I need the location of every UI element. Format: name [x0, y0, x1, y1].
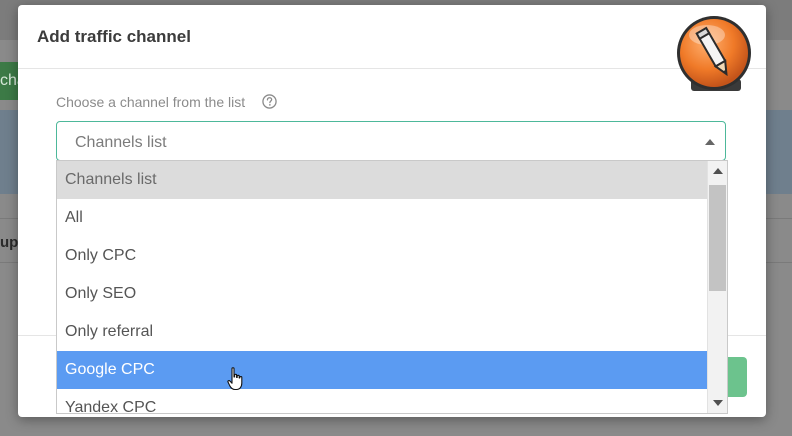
modal-header: Add traffic channel [18, 5, 766, 69]
background-button-fragment: cha [0, 62, 18, 100]
channel-select-value: Channels list [75, 134, 167, 151]
list-item[interactable]: Only referral [57, 313, 707, 351]
channel-select[interactable]: Channels list [56, 121, 726, 161]
scrollbar-thumb[interactable] [709, 185, 726, 291]
scroll-down-arrow-icon[interactable] [713, 400, 723, 406]
list-item[interactable]: Yandex CPC [57, 389, 707, 413]
dropdown-scrollbar[interactable] [707, 161, 727, 413]
scroll-up-arrow-icon[interactable] [713, 168, 723, 174]
pencil-logo-icon [677, 16, 751, 91]
question-circle-icon[interactable] [262, 94, 277, 109]
list-item[interactable]: Only CPC [57, 237, 707, 275]
background-text-fragment: up [0, 234, 18, 251]
channel-dropdown-list[interactable]: Channels list All Only CPC Only SEO Only… [56, 160, 728, 414]
modal-title: Add traffic channel [37, 27, 191, 46]
channel-field-label: Choose a channel from the list [56, 94, 246, 110]
caret-up-icon [705, 139, 715, 145]
list-item[interactable]: Only SEO [57, 275, 707, 313]
list-item: Channels list [57, 161, 707, 199]
list-item[interactable]: All [57, 199, 707, 237]
hand-cursor-icon [227, 367, 243, 391]
list-item-highlighted[interactable]: Google CPC [57, 351, 707, 389]
background-button-fragment-text: cha [0, 72, 18, 89]
